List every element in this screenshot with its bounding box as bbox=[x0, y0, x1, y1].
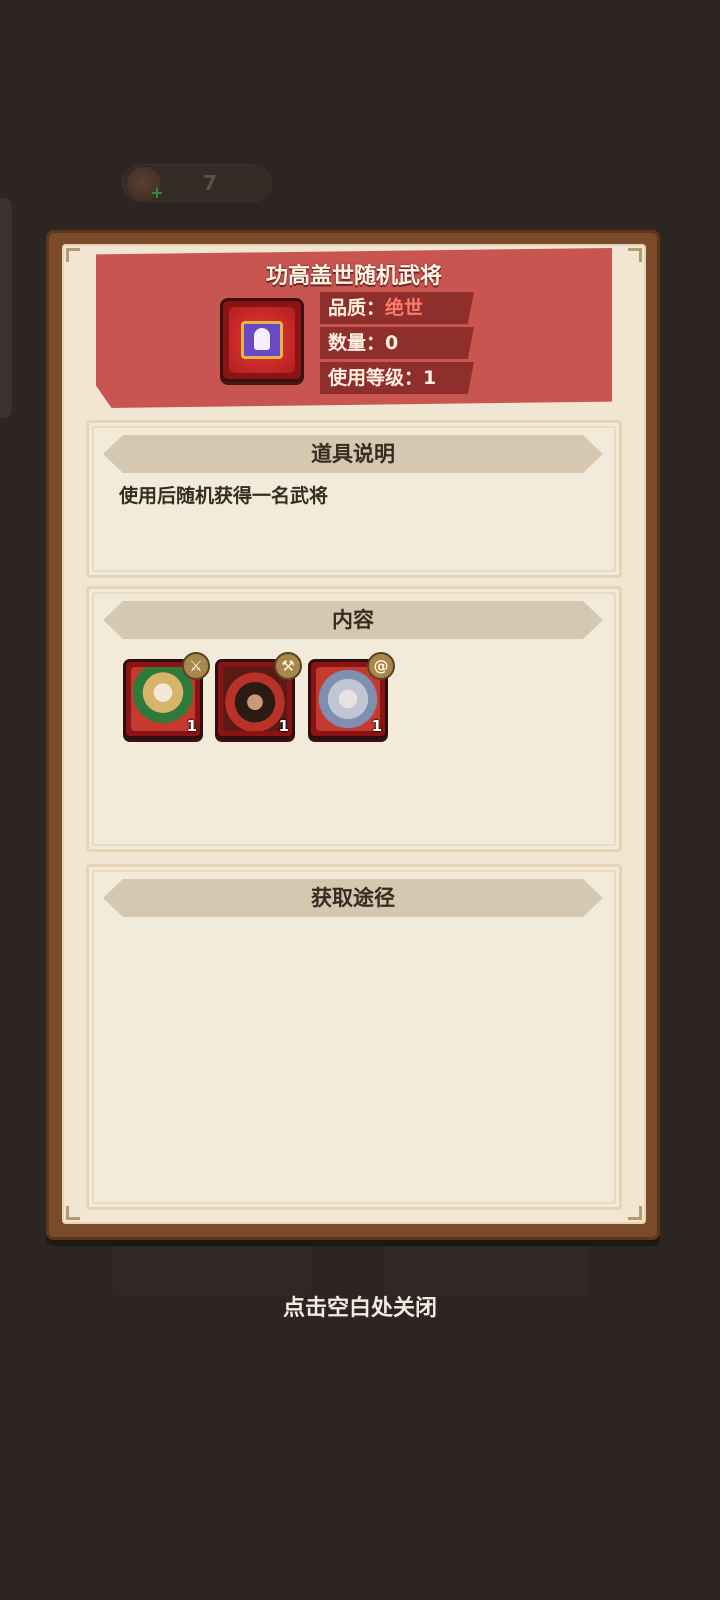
level-label: 使用等级： bbox=[328, 367, 424, 389]
hero-portrait-white-sage-icon bbox=[316, 667, 380, 731]
background-button-right bbox=[384, 1244, 590, 1296]
currency-value: 7 bbox=[203, 171, 217, 195]
quality-value: 绝世 bbox=[385, 297, 424, 319]
hero-portrait-green-helmet-icon bbox=[131, 667, 195, 731]
sword-class-icon: ⚔ bbox=[182, 652, 210, 680]
chest-icon bbox=[241, 321, 283, 359]
hero-portrait-red-warrior-icon bbox=[223, 667, 287, 731]
hero-card[interactable]: ⚒ 1 bbox=[215, 652, 302, 739]
axe-class-icon: ⚒ bbox=[274, 652, 302, 680]
obtain-header: 获取途径 bbox=[103, 879, 603, 917]
description-section: 道具说明 使用后随机获得一名武将 bbox=[86, 420, 622, 578]
quality-row: 品质：绝世 bbox=[320, 292, 474, 324]
item-icon-background bbox=[229, 307, 295, 373]
hero-card[interactable]: @ 1 bbox=[308, 652, 395, 739]
corner-ornament bbox=[66, 248, 80, 262]
plus-icon: + bbox=[150, 183, 164, 202]
description-text: 使用后随机获得一名武将 bbox=[119, 485, 329, 507]
quantity-row: 数量：0 bbox=[320, 327, 474, 359]
quality-label: 品质： bbox=[328, 297, 386, 319]
side-tab bbox=[0, 198, 12, 418]
corner-ornament bbox=[628, 1206, 642, 1220]
hero-count: 1 bbox=[186, 717, 197, 735]
quantity-value: 0 bbox=[385, 332, 399, 354]
level-value: 1 bbox=[423, 367, 437, 389]
corner-ornament bbox=[66, 1206, 80, 1220]
obtain-section: 获取途径 bbox=[86, 864, 622, 1210]
corner-ornament bbox=[628, 248, 642, 262]
contents-section: 内容 ⚔ 1 ⚒ 1 @ 1 bbox=[86, 586, 622, 852]
description-header: 道具说明 bbox=[103, 435, 603, 473]
hero-card[interactable]: ⚔ 1 bbox=[123, 652, 210, 739]
level-row: 使用等级：1 bbox=[320, 362, 474, 394]
currency-pill: + 7 bbox=[122, 164, 272, 202]
close-hint-text[interactable]: 点击空白处关闭 bbox=[0, 1290, 720, 1322]
spiral-class-icon: @ bbox=[367, 652, 395, 680]
hero-chest-icon bbox=[220, 298, 304, 382]
contents-header: 内容 bbox=[103, 601, 603, 639]
background-button-left bbox=[112, 1244, 312, 1296]
quantity-label: 数量： bbox=[328, 332, 386, 354]
item-title: 功高盖世随机武将 bbox=[265, 264, 442, 289]
hero-silhouette-icon bbox=[254, 328, 270, 350]
hero-count: 1 bbox=[371, 717, 382, 735]
hero-count: 1 bbox=[278, 717, 289, 735]
